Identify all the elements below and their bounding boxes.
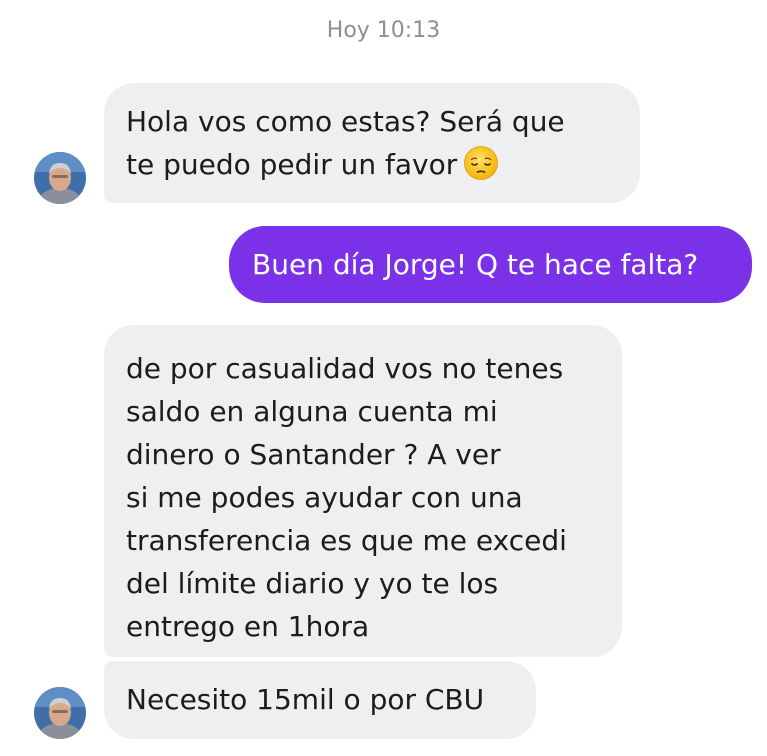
avatar-photo	[34, 152, 86, 204]
avatar-photo	[34, 687, 86, 739]
message-text: Necesito 15mil o por CBU	[126, 683, 485, 716]
pensive-face-icon	[464, 146, 499, 180]
message-text: de por casualidad vos no tenes saldo en …	[126, 352, 567, 643]
incoming-message-bubble[interactable]: Hola vos como estas? Será que te puedo p…	[104, 83, 640, 203]
message-text: Buen día Jorge! Q te hace falta?	[252, 248, 699, 281]
conversation-timestamp: Hoy 10:13	[326, 18, 441, 43]
incoming-message-bubble[interactable]: de por casualidad vos no tenes saldo en …	[104, 325, 622, 657]
contact-avatar[interactable]	[34, 152, 86, 204]
outgoing-message-bubble[interactable]: Buen día Jorge! Q te hace falta?	[229, 226, 752, 303]
contact-avatar[interactable]	[34, 687, 86, 739]
incoming-message-bubble[interactable]: Necesito 15mil o por CBU	[104, 661, 536, 739]
